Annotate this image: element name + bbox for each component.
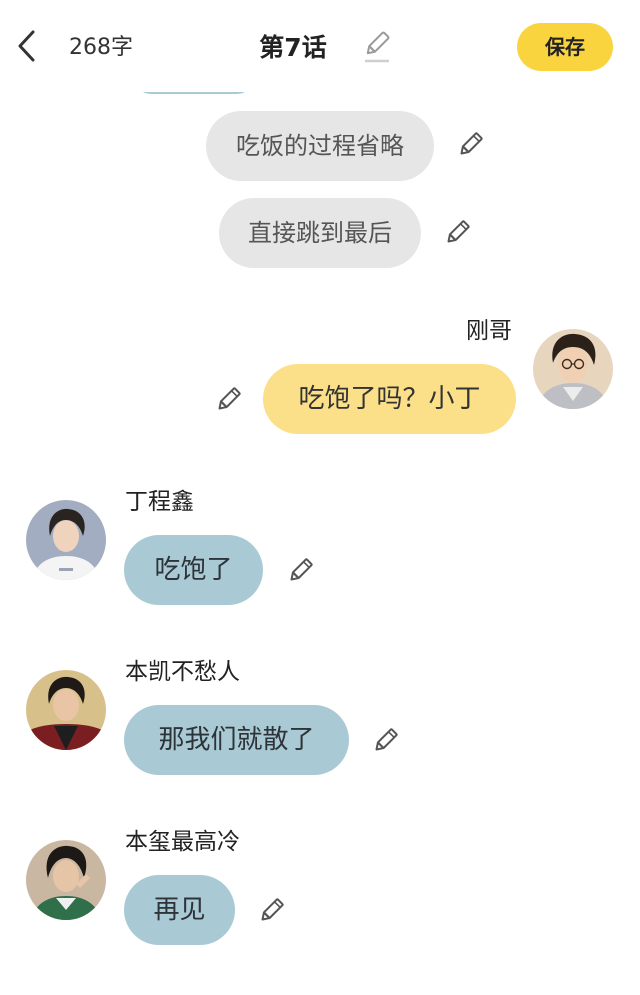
sender-name: 本凯不愁人 bbox=[125, 659, 240, 685]
avatar[interactable] bbox=[26, 500, 106, 580]
sender-name: 本玺最高冷 bbox=[125, 829, 240, 855]
narration-bubble[interactable]: 吃饭的过程省略 bbox=[206, 111, 434, 181]
narration-bubble[interactable]: 直接跳到最后 bbox=[219, 198, 421, 268]
save-button[interactable]: 保存 bbox=[517, 23, 613, 71]
sent-message-bubble[interactable]: 吃饱了吗？小丁 bbox=[263, 364, 516, 434]
pencil-icon[interactable] bbox=[456, 131, 484, 159]
chat-editor-screen: 268字 第7话 保存 吃饭的过程省略 直接跳到最后 刚哥 吃饱了吗？小丁 丁程… bbox=[0, 0, 640, 995]
edit-title-button[interactable] bbox=[362, 31, 392, 63]
pencil-icon[interactable] bbox=[257, 897, 285, 925]
sender-name: 丁程鑫 bbox=[125, 489, 194, 515]
received-message-bubble[interactable]: 再见 bbox=[124, 875, 235, 945]
pencil-icon[interactable] bbox=[214, 386, 242, 414]
avatar[interactable] bbox=[26, 670, 106, 750]
episode-title: 第7话 bbox=[259, 33, 327, 62]
received-message-bubble[interactable]: 那我们就散了 bbox=[124, 705, 349, 775]
pencil-icon bbox=[365, 31, 390, 63]
pencil-icon[interactable] bbox=[371, 727, 399, 755]
avatar[interactable] bbox=[26, 840, 106, 920]
sender-name: 刚哥 bbox=[466, 318, 512, 344]
pencil-icon[interactable] bbox=[443, 219, 471, 247]
avatar[interactable] bbox=[533, 329, 613, 409]
top-bar: 268字 第7话 保存 bbox=[0, 0, 640, 92]
pencil-icon[interactable] bbox=[286, 557, 314, 585]
received-message-bubble[interactable]: 吃饱了 bbox=[124, 535, 263, 605]
